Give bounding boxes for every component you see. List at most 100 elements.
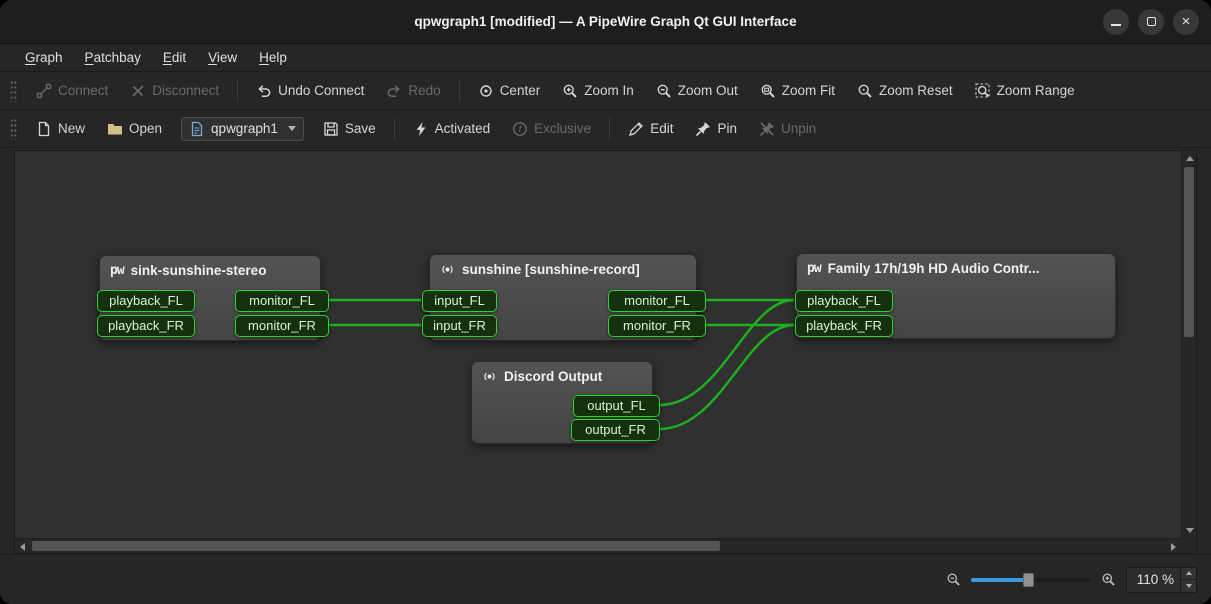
unpin-button[interactable]: Unpin [750,115,825,143]
zoom-spin-down-button[interactable] [1181,579,1196,592]
statusbar: 110 % [0,554,1211,604]
pipewire-icon: pw [807,261,821,276]
zoom-spinbox[interactable]: 110 % [1126,567,1197,593]
scroll-left-icon[interactable] [20,543,25,551]
patchbay-selector[interactable]: qpwgraph1 [181,117,304,141]
connect-button[interactable]: Connect [27,77,117,105]
redo-button[interactable]: Redo [377,77,449,105]
port-output[interactable]: monitor_FL [235,290,329,312]
new-label: New [58,121,85,136]
save-icon [323,121,339,137]
graph-node-family-audio[interactable]: pw Family 17h/19h HD Audio Contr... play… [796,253,1116,339]
zoom-in-icon [562,83,578,99]
zoom-fit-button[interactable]: Zoom Fit [751,77,844,105]
zoom-value: 110 % [1127,572,1180,587]
menu-graph[interactable]: Graph [14,47,74,68]
exclusive-button[interactable]: f Exclusive [503,115,600,143]
zoom-in-button[interactable]: Zoom In [553,77,643,105]
titlebar: qpwgraph1 [modified] — A PipeWire Graph … [0,0,1211,44]
center-label: Center [500,83,541,98]
undo-connect-button[interactable]: Undo Connect [247,77,373,105]
patchbay-file-icon [189,121,205,137]
new-button[interactable]: New [27,115,94,143]
scroll-down-icon[interactable] [1186,528,1194,533]
port-output[interactable]: output_FL [573,395,660,417]
horizontal-scrollbar[interactable] [15,538,1181,553]
toolbar-main: Connect Disconnect Undo Connect Redo [0,72,1211,110]
zoom-in-label: Zoom In [584,83,634,98]
new-file-icon [36,121,52,137]
menu-edit[interactable]: Edit [152,47,197,68]
window-title: qpwgraph1 [modified] — A PipeWire Graph … [414,14,796,29]
menubar: Graph Patchbay Edit View Help [0,44,1211,72]
node-header: Discord Output [472,362,652,388]
window-controls: × [1103,0,1199,43]
zoom-reset-label: Zoom Reset [879,83,953,98]
audio-record-icon [482,369,497,384]
port-input[interactable]: playback_FR [97,315,195,337]
node-title: sunshine [sunshine-record] [462,262,640,277]
menu-patchbay[interactable]: Patchbay [74,47,152,68]
activated-button[interactable]: Activated [404,115,500,143]
zoom-reset-icon [857,83,873,99]
connect-icon [36,83,52,99]
disconnect-icon [130,83,146,99]
audio-record-icon [440,262,455,277]
menu-view[interactable]: View [197,47,248,68]
minimize-button[interactable] [1103,9,1129,35]
vertical-scroll-thumb[interactable] [1184,167,1194,337]
minimize-icon [1111,24,1121,26]
zoom-out-icon[interactable] [946,572,961,587]
graph-node-discord-output[interactable]: Discord Output output_FL output_FR [471,361,653,444]
toolbar-grip[interactable] [10,80,17,102]
vertical-scrollbar[interactable] [1181,151,1196,538]
zoom-out-icon [656,83,672,99]
pipewire-icon: pw [110,263,124,278]
pin-icon [695,121,711,137]
port-output[interactable]: monitor_FL [608,290,706,312]
port-output[interactable]: output_FR [571,419,660,441]
exclusive-icon: f [512,121,528,137]
zoom-spin-up-button[interactable] [1181,568,1196,580]
center-button[interactable]: Center [469,77,550,105]
connection-lines [15,151,1196,553]
port-input[interactable]: playback_FR [795,315,893,337]
port-input[interactable]: playback_FL [795,290,893,312]
zoom-slider[interactable] [971,571,1091,589]
edit-button[interactable]: Edit [619,115,682,143]
port-input[interactable]: input_FL [422,290,497,312]
open-button[interactable]: Open [98,115,171,143]
horizontal-scroll-thumb[interactable] [32,541,720,551]
graph-canvas[interactable]: pw sink-sunshine-stereo playback_FL play… [14,150,1197,554]
open-label: Open [129,121,162,136]
save-button[interactable]: Save [314,115,385,143]
app-window: qpwgraph1 [modified] — A PipeWire Graph … [0,0,1211,604]
disconnect-button[interactable]: Disconnect [121,77,228,105]
zoom-slider-handle[interactable] [1023,573,1034,587]
zoom-reset-button[interactable]: Zoom Reset [848,77,962,105]
pin-button[interactable]: Pin [686,115,746,143]
graph-node-sink-sunshine-stereo[interactable]: pw sink-sunshine-stereo playback_FL play… [99,255,321,341]
menu-help[interactable]: Help [248,47,298,68]
node-header: pw sink-sunshine-stereo [100,256,320,282]
zoom-fit-icon [760,83,776,99]
zoom-in-icon[interactable] [1101,572,1116,587]
toolbar-grip[interactable] [10,118,17,140]
graph-node-sunshine[interactable]: sunshine [sunshine-record] input_FL inpu… [429,254,697,341]
save-label: Save [345,121,376,136]
close-button[interactable]: × [1173,9,1199,35]
port-input[interactable]: input_FR [422,315,497,337]
undo-icon [256,83,272,99]
maximize-button[interactable] [1138,9,1164,35]
port-input[interactable]: playback_FL [97,290,195,312]
zoom-out-button[interactable]: Zoom Out [647,77,747,105]
undo-connect-label: Undo Connect [278,83,364,98]
unpin-label: Unpin [781,121,816,136]
port-output[interactable]: monitor_FR [608,315,706,337]
zoom-range-button[interactable]: Zoom Range [966,77,1084,105]
port-output[interactable]: monitor_FR [235,315,329,337]
scroll-right-icon[interactable] [1171,543,1176,551]
zoom-slider-fill [971,578,1029,582]
scroll-up-icon[interactable] [1186,156,1194,161]
zoom-range-icon [975,83,991,99]
